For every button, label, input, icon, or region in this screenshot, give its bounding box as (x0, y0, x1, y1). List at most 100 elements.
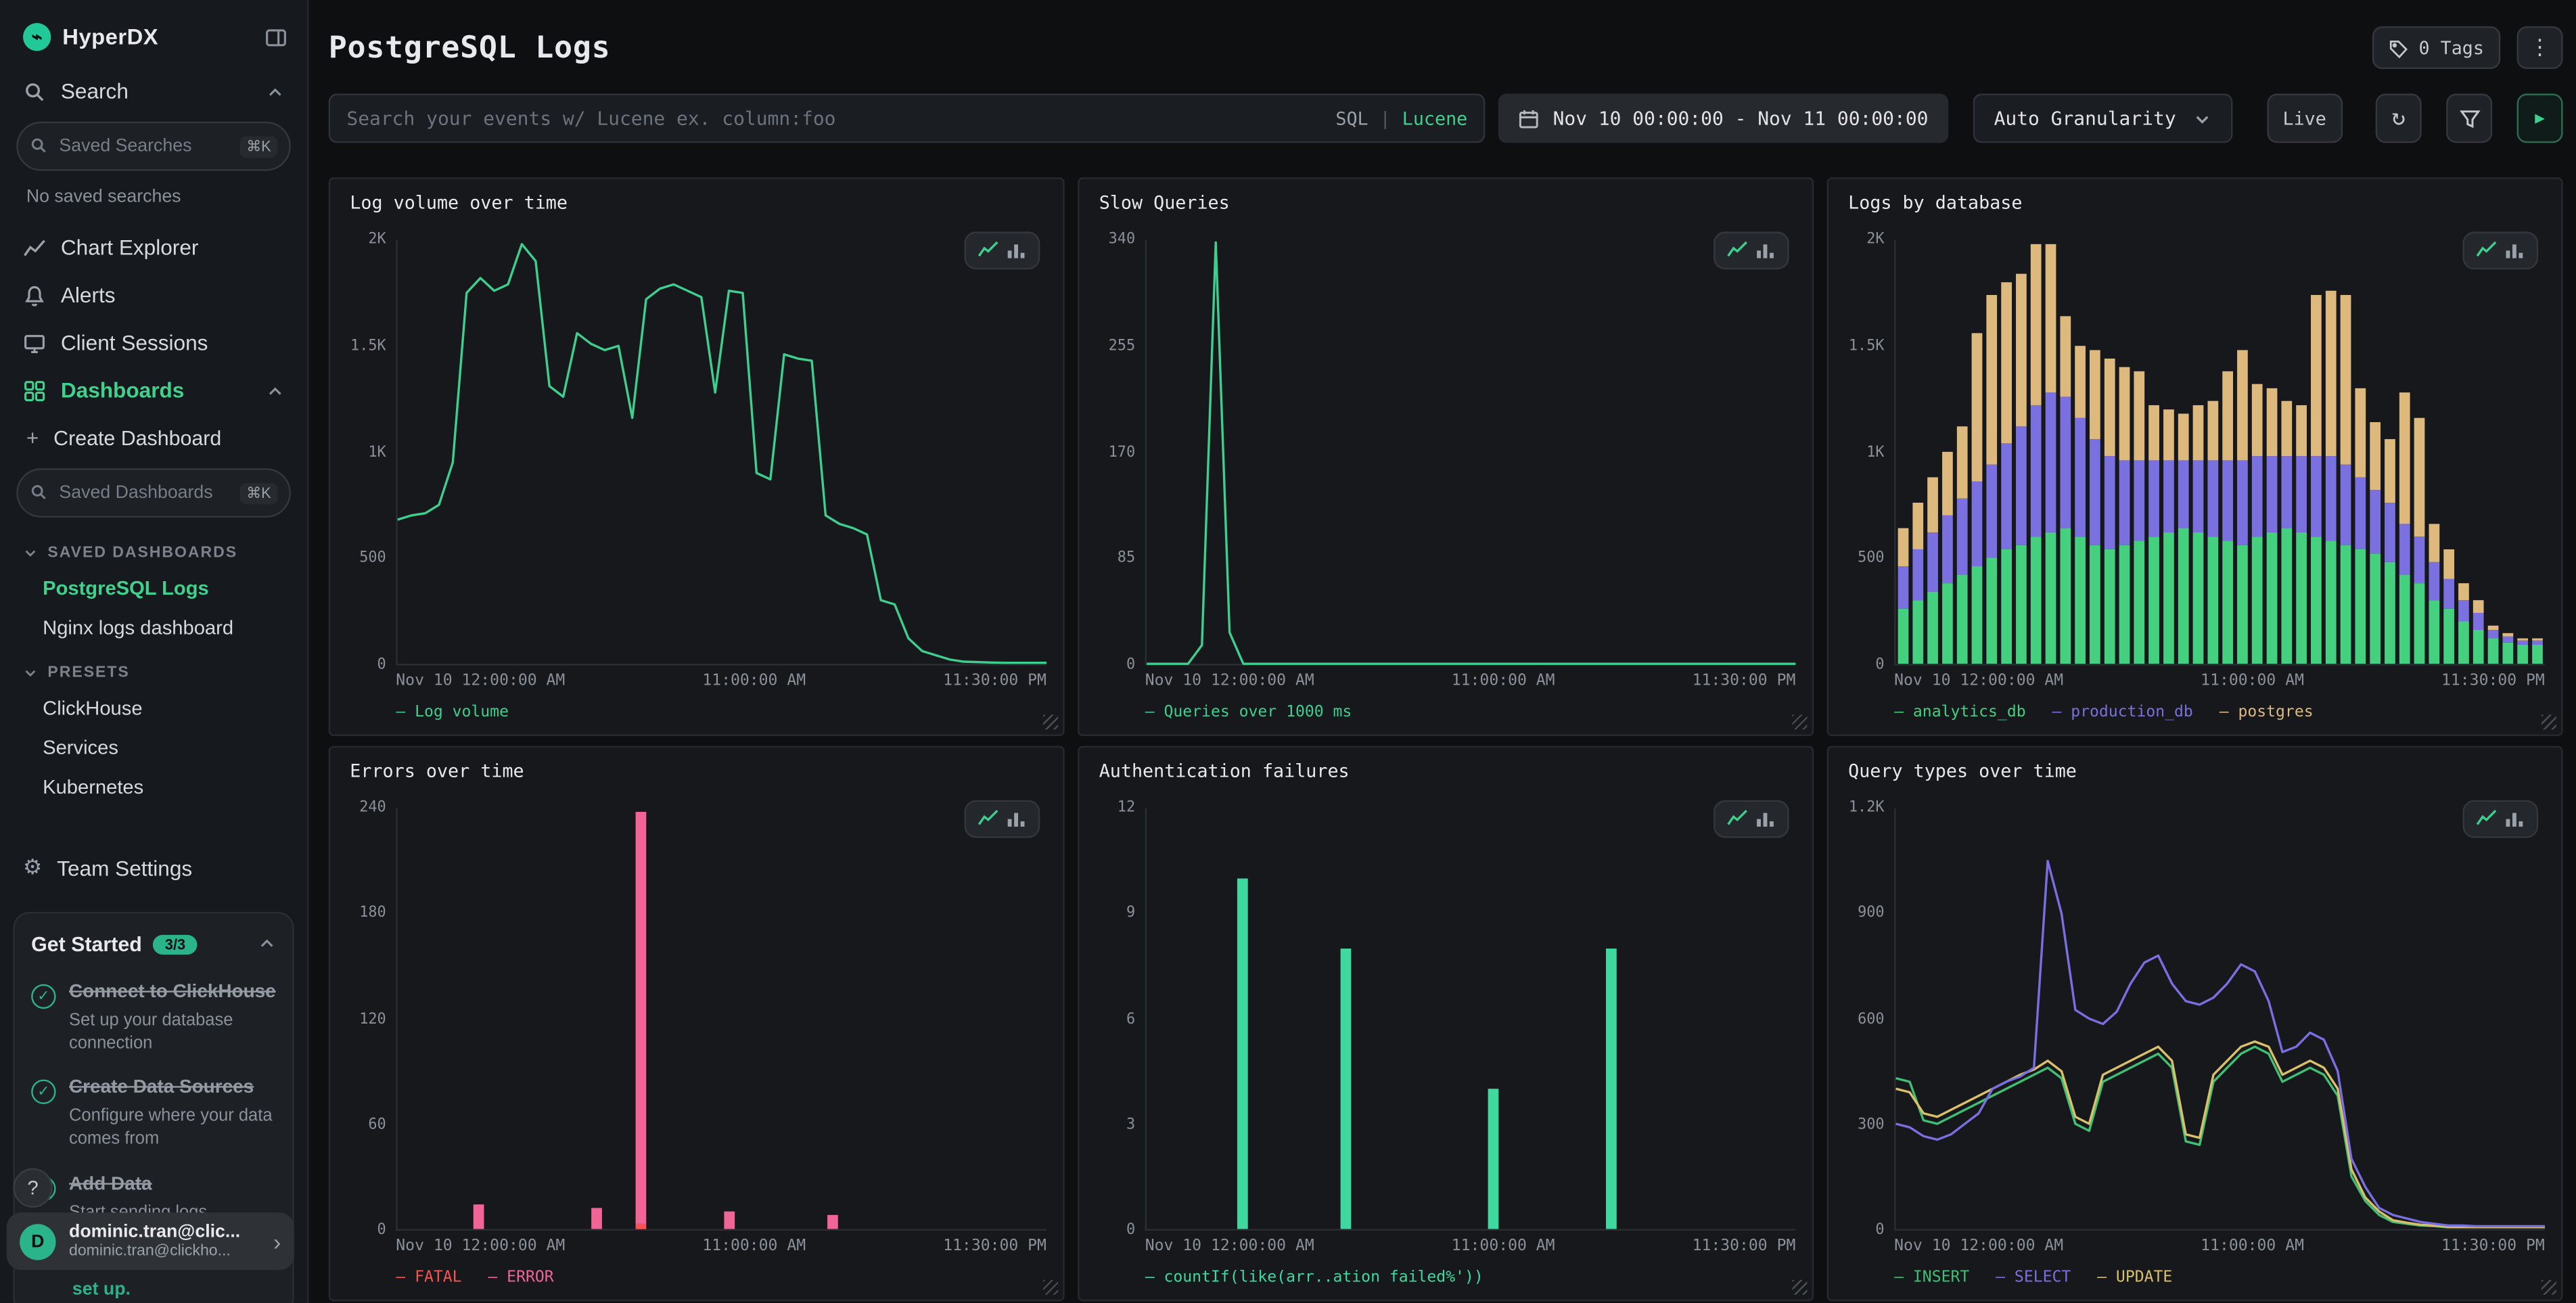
saved-dashboard-nginx[interactable]: Nginx logs dashboard (0, 608, 307, 647)
chart-legend: — INSERT— SELECT— UPDATE (1894, 1255, 2545, 1289)
resize-handle[interactable] (2542, 1280, 2556, 1295)
x-axis: Nov 10 12:00:00 AM11:00:00 AM11:30:00 PM (1894, 1231, 2545, 1255)
bar-chart-icon[interactable] (2504, 240, 2525, 262)
setup-link[interactable]: set up. (72, 1280, 131, 1300)
line-chart-icon[interactable] (978, 808, 999, 830)
chevron-up-icon[interactable] (266, 378, 284, 403)
sidebar-item-label: Alerts (61, 283, 284, 307)
search-input[interactable]: Search your events w/ Lucene ex. column:… (329, 93, 1486, 143)
bell-icon (23, 283, 46, 306)
lucene-toggle[interactable]: Lucene (1402, 108, 1468, 129)
create-dashboard-button[interactable]: + Create Dashboard (0, 414, 307, 461)
panel-title: Errors over time (344, 760, 1046, 782)
bar-chart-icon[interactable] (1755, 240, 1776, 262)
panel-title: Log volume over time (344, 192, 1046, 214)
chart-explorer-icon (23, 235, 46, 258)
search-placeholder: Search your events w/ Lucene ex. column:… (346, 107, 1335, 130)
line-chart-icon[interactable] (2476, 808, 2498, 830)
chart-type-toggle[interactable] (965, 800, 1040, 838)
help-button[interactable]: ? (13, 1168, 52, 1208)
resize-handle[interactable] (1793, 714, 1808, 729)
sidebar-item-team-settings[interactable]: ⚙ Team Settings (0, 843, 307, 892)
saved-dashboard-postgresql-logs[interactable]: PostgreSQL Logs (0, 568, 307, 608)
chart-type-toggle[interactable] (965, 231, 1040, 269)
preset-kubernetes[interactable]: Kubernetes (0, 767, 307, 806)
more-options-button[interactable]: ⋮ (2517, 26, 2563, 69)
checklist-title: Create Data Sources (69, 1076, 276, 1101)
user-email: dominic.tran@clickho... (69, 1242, 260, 1260)
saved-searches-input[interactable]: Saved Searches ⌘K (16, 122, 291, 171)
panel-slow-queries: Slow Queries 340255170850 Nov 10 12:00:0… (1078, 177, 1814, 736)
line-chart-icon[interactable] (2476, 240, 2498, 262)
x-axis: Nov 10 12:00:00 AM11:00:00 AM11:30:00 PM (396, 666, 1046, 690)
filter-button[interactable] (2446, 93, 2492, 143)
chart-legend: — Log volume (396, 690, 1046, 725)
dashboards-grid-icon (23, 379, 46, 402)
toggle-separator: | (1380, 108, 1391, 129)
line-chart-icon[interactable] (1726, 240, 1748, 262)
sidebar-item-chart-explorer[interactable]: Chart Explorer (0, 223, 307, 271)
sql-toggle[interactable]: SQL (1335, 108, 1368, 129)
sidebar-item-alerts[interactable]: Alerts (0, 271, 307, 319)
hyperdx-logo-icon: ⌁ (23, 23, 51, 51)
y-axis: 240180120600 (344, 808, 396, 1231)
refresh-button[interactable]: ↻ (2376, 93, 2422, 143)
search-icon (30, 131, 48, 161)
sidebar-item-label: Chart Explorer (61, 235, 284, 259)
main-content: PostgreSQL Logs 0 Tags ⋮ Search your eve… (309, 0, 2576, 1303)
chart-plot (396, 240, 1046, 666)
bar-chart-icon[interactable] (1005, 240, 1027, 262)
chart-type-toggle[interactable] (1714, 800, 1789, 838)
resize-handle[interactable] (1793, 1280, 1808, 1295)
preset-clickhouse[interactable]: ClickHouse (0, 689, 307, 728)
time-range-picker[interactable]: Nov 10 00:00:00 - Nov 11 00:00:00 (1498, 93, 1948, 143)
chart-legend: — FATAL— ERROR (396, 1255, 1046, 1289)
sidebar-item-client-sessions[interactable]: Client Sessions (0, 319, 307, 366)
checklist-desc: Set up your database connection (69, 1009, 276, 1055)
line-chart-icon[interactable] (978, 240, 999, 262)
no-saved-searches-note: No saved searches (0, 181, 307, 223)
run-query-button[interactable]: ▶ (2517, 93, 2563, 143)
tag-icon (2389, 37, 2409, 59)
section-label: SAVED DASHBOARDS (47, 544, 237, 562)
panel-title: Authentication failures (1092, 760, 1795, 782)
resize-handle[interactable] (2542, 714, 2556, 729)
granularity-select[interactable]: Auto Granularity (1973, 93, 2232, 143)
checklist-item-create-data-sources[interactable]: ✓ Create Data Sources Configure where yo… (31, 1076, 276, 1151)
user-menu[interactable]: D dominic.tran@clic... dominic.tran@clic… (7, 1212, 294, 1270)
time-range-value: Nov 10 00:00:00 - Nov 11 00:00:00 (1553, 107, 1929, 130)
section-presets[interactable]: PRESETS (0, 647, 307, 689)
saved-dashboards-input[interactable]: Saved Dashboards ⌘K (16, 468, 291, 518)
checklist-item-connect-clickhouse[interactable]: ✓ Connect to ClickHouse Set up your data… (31, 981, 276, 1055)
bar-chart-icon[interactable] (1755, 808, 1776, 830)
chart-legend: — countIf(like(arr..ation failed%')) (1145, 1255, 1796, 1289)
chart-plot (1145, 240, 1796, 666)
sidebar-item-dashboards[interactable]: Dashboards (0, 367, 307, 414)
chevron-up-icon[interactable] (266, 79, 284, 104)
resize-handle[interactable] (1043, 714, 1058, 729)
avatar: D (20, 1223, 55, 1259)
chart-type-toggle[interactable] (2462, 800, 2538, 838)
chevron-up-icon[interactable] (258, 930, 276, 960)
tags-button[interactable]: 0 Tags (2372, 26, 2500, 69)
preset-services[interactable]: Services (0, 728, 307, 767)
x-axis: Nov 10 12:00:00 AM11:00:00 AM11:30:00 PM (1145, 666, 1796, 690)
chart-plot (1894, 240, 2545, 666)
collapse-sidebar-icon[interactable] (264, 26, 288, 49)
panel-logs-by-database: Logs by database 2K1.5K1K5000 Nov 10 12:… (1827, 177, 2563, 736)
chart-legend: — Queries over 1000 ms (1145, 690, 1796, 725)
live-button[interactable]: Live (2266, 93, 2343, 143)
filter-icon (2458, 107, 2480, 129)
panel-log-volume-over-time: Log volume over time 2K1.5K1K5000 Nov 10… (329, 177, 1065, 736)
line-chart-icon[interactable] (1726, 808, 1748, 830)
search-icon (30, 478, 48, 508)
bar-chart-icon[interactable] (1005, 808, 1027, 830)
chart-type-toggle[interactable] (2462, 231, 2538, 269)
section-saved-dashboards[interactable]: SAVED DASHBOARDS (0, 528, 307, 569)
dashboard-grid: Log volume over time 2K1.5K1K5000 Nov 10… (329, 177, 2563, 1301)
bar-chart-icon[interactable] (2504, 808, 2525, 830)
chart-type-toggle[interactable] (1714, 231, 1789, 269)
section-label: PRESETS (47, 664, 129, 682)
sidebar-item-search[interactable]: Search (0, 68, 307, 115)
resize-handle[interactable] (1043, 1280, 1058, 1295)
